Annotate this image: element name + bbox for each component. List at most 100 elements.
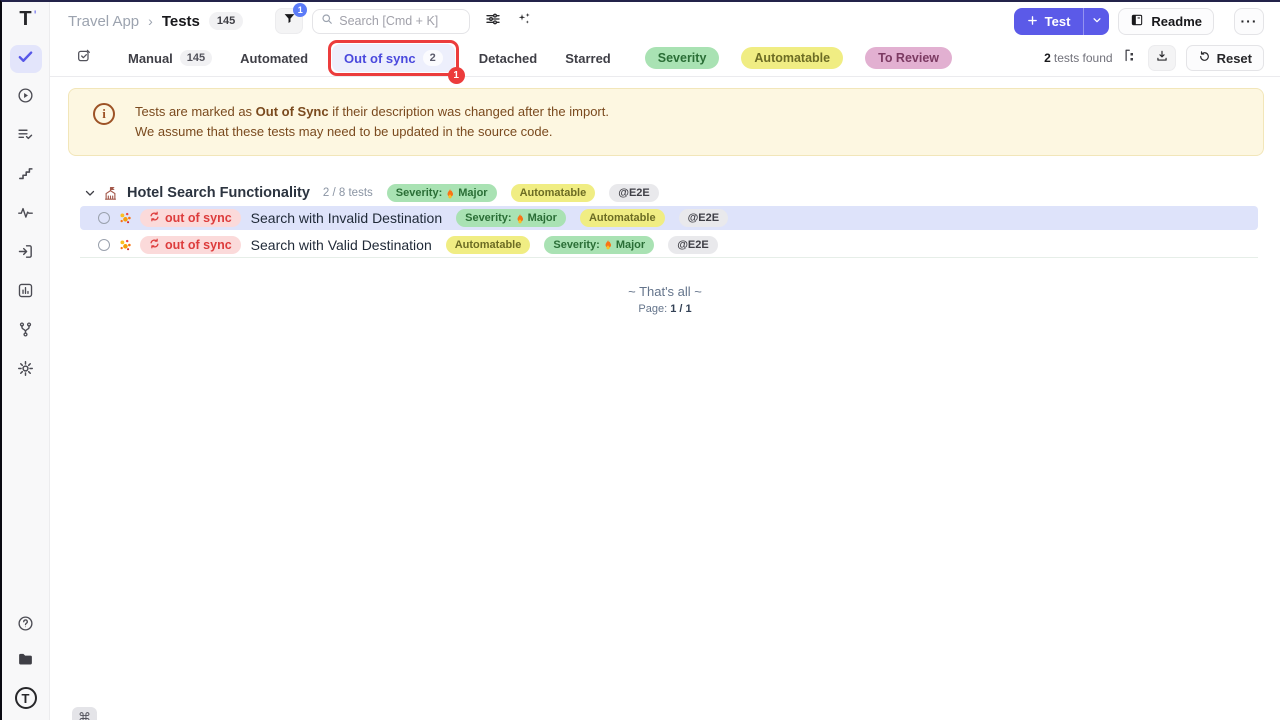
filter-bar-right: 2tests found Reset (1044, 45, 1264, 71)
annotation-step-badge: 1 (448, 67, 465, 84)
annotation-highlight-box: Out of sync 2 1 (328, 40, 459, 76)
list-footer: ~ That's all ~ Page: 1 / 1 (50, 284, 1280, 315)
sidebar-item-tests[interactable] (10, 45, 42, 73)
quick-filter-pills: Severity Automatable To Review (645, 47, 952, 69)
test-severity-badge: Severity: Major (456, 209, 566, 227)
reset-button[interactable]: Reset (1186, 45, 1264, 71)
app-logo[interactable]: T' (19, 8, 31, 31)
sidebar-nav (10, 45, 42, 385)
suite-title[interactable]: Hotel Search Functionality (127, 185, 310, 201)
severity-prefix: Severity: (465, 212, 511, 224)
suite-tag-badge: @E2E (609, 184, 659, 202)
gear-icon (17, 360, 34, 382)
out-of-sync-badge: out of sync (140, 236, 241, 254)
sidebar-item-test-plans[interactable] (10, 123, 42, 151)
sidebar-item-brand[interactable]: T (10, 686, 42, 710)
banner-line1-b: if their description was changed after t… (329, 104, 609, 119)
sidebar-item-steps[interactable] (10, 162, 42, 190)
sidebar-item-help[interactable] (10, 614, 42, 638)
suite-test-count: 2 / 8 tests (323, 187, 373, 199)
sidebar-item-projects[interactable] (10, 650, 42, 674)
test-tag-badge: @E2E (668, 236, 718, 254)
download-icon (1155, 49, 1169, 68)
filter-tabs: Manual 145 Automated Out of sync 2 1 Det… (116, 40, 623, 76)
results-count-number: 2 (1044, 51, 1051, 65)
tab-automated-label: Automated (240, 51, 308, 66)
filter-active-badge: 1 (293, 3, 307, 17)
sidebar-item-settings[interactable] (10, 357, 42, 385)
bar-chart-icon (17, 282, 34, 304)
search-input[interactable] (339, 14, 461, 28)
bulk-edit-icon (76, 48, 92, 69)
view-settings-button[interactable] (485, 11, 501, 32)
tab-manual[interactable]: Manual 145 (116, 44, 224, 72)
tab-starred[interactable]: Starred (553, 45, 623, 72)
flame-icon (515, 213, 525, 224)
bulk-select-button[interactable] (76, 48, 92, 69)
severity-prefix: Severity: (553, 239, 599, 251)
more-actions-button[interactable]: ··· (1234, 8, 1264, 35)
tab-out-of-sync-label: Out of sync (344, 51, 416, 66)
logo-tick-icon: ' (34, 8, 37, 22)
out-of-sync-label: out of sync (165, 238, 232, 252)
search-icon (321, 12, 333, 30)
banner-text: Tests are marked as Out of Sync if their… (135, 102, 609, 142)
tree-view-button[interactable] (1123, 48, 1138, 68)
tab-out-of-sync[interactable]: Out of sync 2 (332, 44, 455, 72)
info-icon: i (93, 103, 115, 125)
tab-detached[interactable]: Detached (467, 45, 550, 72)
play-circle-icon (17, 87, 34, 109)
results-count-label: tests found (1054, 51, 1113, 65)
sliders-icon (485, 11, 501, 32)
test-title[interactable]: Search with Valid Destination (251, 237, 432, 253)
test-status-circle[interactable] (98, 239, 110, 251)
filter-pill-to-review[interactable]: To Review (865, 47, 952, 69)
readme-button[interactable]: Readme (1118, 8, 1214, 35)
test-status-circle[interactable] (98, 212, 110, 224)
filter-button[interactable]: 1 (275, 8, 303, 34)
filter-pill-severity[interactable]: Severity (645, 47, 720, 69)
severity-prefix: Severity: (396, 187, 442, 199)
end-of-list-note: ~ That's all ~ (50, 284, 1280, 299)
test-row[interactable]: out of sync Search with Invalid Destinat… (80, 206, 1258, 230)
refresh-icon (1198, 50, 1211, 66)
tab-automated[interactable]: Automated (228, 45, 320, 72)
sidebar: T' (2, 2, 50, 720)
new-test-split-button: Test (1014, 8, 1110, 35)
sidebar-item-runs[interactable] (10, 84, 42, 112)
new-test-dropdown-button[interactable] (1083, 8, 1109, 35)
out-of-sync-badge: out of sync (140, 209, 241, 227)
stairs-icon (17, 165, 34, 187)
tab-manual-count: 145 (180, 50, 212, 66)
banner-line-2: We assume that these tests may need to b… (135, 122, 609, 142)
new-test-button[interactable]: Test (1014, 8, 1084, 35)
list-check-icon (17, 126, 34, 148)
app-screen: T' (0, 0, 1280, 720)
sidebar-item-import[interactable] (10, 240, 42, 268)
command-key-button[interactable]: ⌘ (72, 707, 97, 720)
readme-label: Readme (1151, 14, 1202, 29)
sidebar-item-reports[interactable] (10, 279, 42, 307)
breadcrumb-project[interactable]: Travel App (68, 13, 139, 30)
sync-icon (149, 211, 160, 225)
suite-header[interactable]: Hotel Search Functionality 2 / 8 tests S… (50, 182, 1280, 204)
sidebar-item-branches[interactable] (10, 318, 42, 346)
burst-emoji-icon (118, 238, 132, 252)
banner-line1-bold: Out of Sync (256, 104, 329, 119)
chevron-down-icon (1092, 12, 1102, 30)
help-icon (17, 615, 34, 637)
test-title[interactable]: Search with Invalid Destination (251, 210, 442, 226)
ai-assist-button[interactable] (516, 11, 532, 32)
folder-icon (17, 651, 34, 673)
page-title: Tests (162, 13, 200, 30)
export-button[interactable] (1148, 45, 1176, 71)
pulse-icon (17, 204, 34, 226)
collapse-chevron-icon[interactable] (84, 187, 96, 199)
sidebar-item-analytics[interactable] (10, 201, 42, 229)
test-row[interactable]: out of sync Search with Valid Destinatio… (80, 232, 1258, 258)
hierarchy-icon (1123, 48, 1138, 68)
results-count: 2tests found (1044, 51, 1112, 65)
tab-out-of-sync-count: 2 (423, 50, 443, 66)
filter-pill-automatable[interactable]: Automatable (741, 47, 843, 69)
search-box[interactable] (312, 9, 470, 34)
